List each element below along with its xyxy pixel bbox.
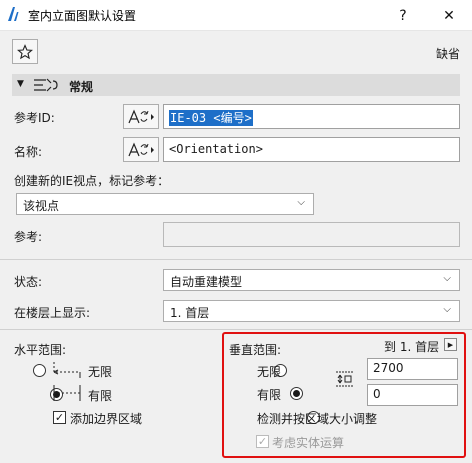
add-border-label: 添加边界区域	[70, 412, 143, 426]
vertical-bottom-input[interactable]: 0	[367, 384, 458, 406]
reference-label: 参考:	[14, 230, 43, 244]
vertical-top-input[interactable]: 2700	[367, 358, 458, 380]
horizontal-limited-label: 有限	[88, 389, 113, 403]
create-new-selected: 该视点	[23, 199, 60, 213]
to-story-arrow-icon[interactable]: ▶	[444, 338, 457, 351]
consider-solids-label: 考虑实体运算	[272, 436, 345, 450]
horizontal-unlimited-radio[interactable]	[33, 364, 46, 377]
help-button[interactable]: ?	[380, 0, 426, 31]
autotext-icon	[128, 141, 154, 156]
create-new-select[interactable]: 该视点 ⌵	[16, 193, 314, 215]
vertical-limited-label: 有限	[257, 388, 282, 402]
to-story-label[interactable]: 到 1. 首层	[384, 338, 439, 355]
show-on-story-selected: 1. 首层	[170, 306, 210, 320]
consider-solids-checkbox[interactable]: ✓	[256, 435, 269, 448]
divider	[0, 329, 472, 330]
status-select[interactable]: 自动重建模型 ⌵	[163, 269, 460, 291]
name-label: 名称:	[14, 145, 43, 159]
vertical-unlimited-label: 无限	[257, 365, 282, 379]
vertical-range-label: 垂直范围:	[229, 343, 282, 357]
name-input[interactable]: <Orientation>	[163, 137, 460, 162]
name-autotext-button[interactable]	[123, 137, 159, 162]
autotext-icon	[128, 108, 154, 123]
limited-range-icon	[53, 385, 81, 401]
chevron-down-icon: ⌵	[297, 197, 305, 208]
divider	[0, 259, 472, 260]
horizontal-unlimited-label: 无限	[88, 365, 113, 379]
chevron-down-icon: ⌵	[443, 304, 451, 315]
star-icon	[17, 43, 33, 59]
show-on-story-select[interactable]: 1. 首层 ⌵	[163, 300, 460, 322]
favorites-button[interactable]	[12, 39, 38, 64]
show-on-story-label: 在楼层上显示:	[14, 306, 91, 320]
general-settings-icon	[34, 78, 58, 92]
archicad-app-icon	[8, 7, 19, 21]
collapse-arrow-icon[interactable]: ▼	[17, 79, 24, 89]
chevron-down-icon: ⌵	[443, 273, 451, 284]
ref-id-label: 参考ID:	[14, 111, 55, 125]
close-button[interactable]: ✕	[426, 0, 472, 31]
unlimited-range-icon	[53, 362, 81, 378]
default-label: 缺省	[435, 47, 460, 61]
title-bar: 室内立面图默认设置 ? ✕	[0, 0, 472, 31]
add-border-checkbox[interactable]: ✓	[53, 411, 66, 424]
ref-id-input[interactable]: IE-03 <编号>	[163, 104, 460, 129]
status-label: 状态:	[14, 275, 43, 289]
section-title: 常规	[69, 80, 94, 94]
window-title: 室内立面图默认设置	[28, 9, 137, 23]
vertical-detect-label: 检测并按区域大小调整	[257, 412, 378, 426]
reference-input	[163, 222, 460, 247]
horizontal-range-label: 水平范围:	[14, 343, 67, 357]
ref-id-value: IE-03 <编号>	[169, 110, 253, 126]
create-new-label: 创建新的IE视点，标记参考：	[14, 174, 170, 188]
ref-id-autotext-button[interactable]	[123, 104, 159, 129]
vertical-range-icon	[336, 371, 354, 387]
section-general-header[interactable]: ▼ 常规	[12, 74, 460, 96]
status-selected: 自动重建模型	[170, 275, 243, 289]
